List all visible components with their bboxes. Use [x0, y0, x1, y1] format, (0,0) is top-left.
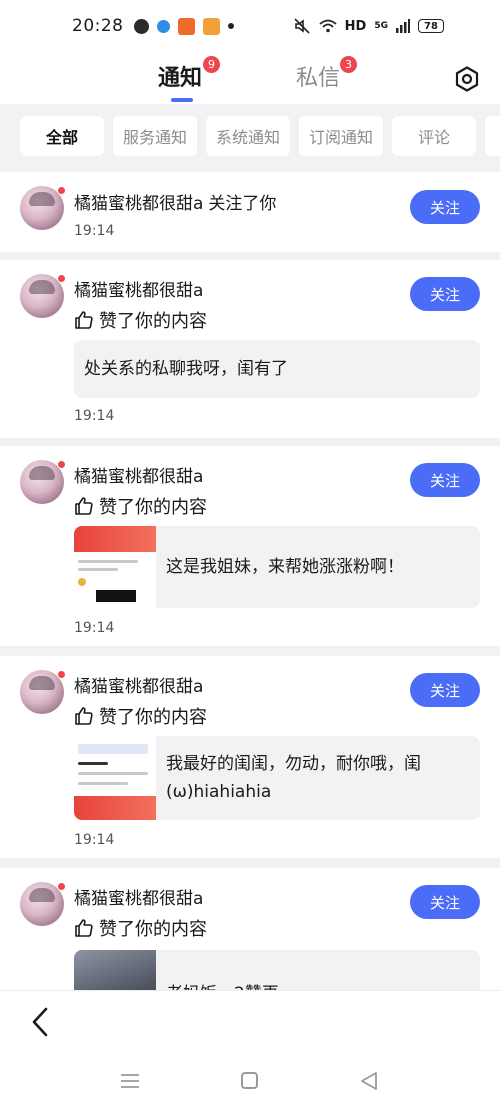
timestamp: 19:14 — [74, 620, 115, 636]
action-text: 关注了你 — [208, 194, 277, 214]
chevron-left-icon[interactable] — [28, 1005, 52, 1039]
filter-bar: 全部 服务通知 系统通知 订阅通知 评论 — [0, 104, 500, 170]
status-app-icons — [133, 17, 234, 35]
notifications-screen: 20:28 HD 5G 78 通知 私信 9 3 全部 服务通知 系统通知 订阅… — [0, 0, 500, 1111]
top-tabs: 通知 私信 — [0, 52, 500, 104]
like-action: 赞了你的内容 — [74, 703, 207, 729]
quoted-text: 我最好的闺闺，勿动，耐你哦，闺(ω)hiahiahia — [166, 754, 421, 802]
notification-item[interactable]: 橘猫蜜桃都很甜a 赞了你的内容 处关系的私聊我呀，闺有了 19:14 关注 — [0, 260, 500, 438]
action-text: 赞了你的内容 — [99, 919, 207, 940]
status-time: 20:28 — [72, 16, 124, 36]
system-back-icon[interactable] — [359, 1071, 379, 1091]
quoted-text: 这是我姐妹，来帮她涨涨粉啊！ — [166, 557, 404, 577]
notification-text: 橘猫蜜桃都很甜a 关注了你 — [74, 189, 276, 214]
timestamp: 19:14 — [74, 832, 115, 848]
like-action: 赞了你的内容 — [74, 493, 207, 519]
notifications-badge: 9 — [203, 56, 220, 73]
timestamp: 19:14 — [74, 223, 115, 239]
username[interactable]: 橘猫蜜桃都很甜a — [74, 194, 203, 214]
direct-messages-badge: 3 — [340, 56, 357, 73]
tab-notifications[interactable]: 通知 — [158, 60, 202, 92]
home-icon[interactable] — [241, 1072, 258, 1089]
wechat-icon — [133, 18, 149, 34]
filter-system[interactable]: 系统通知 — [206, 116, 290, 156]
filter-all[interactable]: 全部 — [20, 116, 104, 156]
tab-active-indicator — [171, 98, 193, 102]
status-bar: 20:28 HD 5G 78 — [0, 0, 500, 52]
status-right: HD 5G 78 — [293, 18, 444, 34]
filter-service[interactable]: 服务通知 — [113, 116, 197, 156]
action-text: 赞了你的内容 — [99, 707, 207, 728]
notification-item[interactable]: 橘猫蜜桃都很甜a 赞了你的内容 这是我姐妹，来帮她涨涨粉啊！ 19:14 关注 — [0, 446, 500, 646]
content-thumbnail — [74, 526, 156, 608]
follow-button[interactable]: 关注 — [410, 277, 480, 311]
like-action: 赞了你的内容 — [74, 307, 207, 333]
network-type: HD — [344, 18, 367, 34]
username[interactable]: 橘猫蜜桃都很甜a — [74, 462, 203, 487]
notification-item[interactable]: 橘猫蜜桃都很甜a 关注了你 19:14 关注 — [0, 172, 500, 252]
follow-button[interactable]: 关注 — [410, 190, 480, 224]
bottom-bar — [0, 990, 500, 1111]
unread-dot — [57, 274, 66, 283]
thumbs-up-icon — [75, 707, 93, 725]
more-notifications-dot — [227, 23, 234, 29]
notification-item[interactable]: 橘猫蜜桃都很甜a 赞了你的内容 老妈饭，2赞再 关注 — [0, 868, 500, 998]
username[interactable]: 橘猫蜜桃都很甜a — [74, 276, 203, 301]
app-red-icon — [202, 17, 220, 35]
quoted-content[interactable]: 处关系的私聊我呀，闺有了 — [74, 340, 480, 398]
quoted-content[interactable]: 我最好的闺闺，勿动，耐你哦，闺(ω)hiahiahia — [74, 736, 480, 820]
settings-icon[interactable] — [454, 66, 480, 92]
like-action: 赞了你的内容 — [74, 915, 207, 941]
thumbs-up-icon — [75, 311, 93, 329]
quoted-content[interactable]: 这是我姐妹，来帮她涨涨粉啊！ — [74, 526, 480, 608]
unread-dot — [57, 186, 66, 195]
battery-icon: 78 — [418, 19, 444, 33]
thumbs-up-icon — [75, 497, 93, 515]
signal-bars-icon — [396, 19, 410, 33]
quoted-text: 处关系的私聊我呀，闺有了 — [84, 359, 288, 379]
app-orange-icon — [177, 17, 195, 35]
mute-icon — [294, 18, 310, 34]
notification-item[interactable]: 橘猫蜜桃都很甜a 赞了你的内容 我最好的闺闺，勿动，耐你哦，闺(ω)hiahia… — [0, 656, 500, 858]
thumbs-up-icon — [75, 919, 93, 937]
filter-subscription[interactable]: 订阅通知 — [299, 116, 383, 156]
action-text: 赞了你的内容 — [99, 497, 207, 518]
content-thumbnail — [74, 736, 156, 820]
timestamp: 19:14 — [74, 408, 115, 424]
tab-direct-messages[interactable]: 私信 — [296, 60, 340, 92]
system-navigation — [0, 1071, 500, 1097]
app-circle-icon — [156, 19, 170, 33]
filter-comments[interactable]: 评论 — [392, 116, 476, 156]
signal-type: 5G — [374, 21, 388, 31]
unread-dot — [57, 460, 66, 469]
unread-dot — [57, 882, 66, 891]
action-text: 赞了你的内容 — [99, 311, 207, 332]
username[interactable]: 橘猫蜜桃都很甜a — [74, 672, 203, 697]
recent-apps-icon[interactable] — [121, 1073, 139, 1089]
follow-button[interactable]: 关注 — [410, 463, 480, 497]
follow-button[interactable]: 关注 — [410, 885, 480, 919]
wifi-icon — [319, 19, 337, 33]
unread-dot — [57, 670, 66, 679]
filter-more[interactable] — [485, 116, 500, 156]
follow-button[interactable]: 关注 — [410, 673, 480, 707]
username[interactable]: 橘猫蜜桃都很甜a — [74, 884, 203, 909]
